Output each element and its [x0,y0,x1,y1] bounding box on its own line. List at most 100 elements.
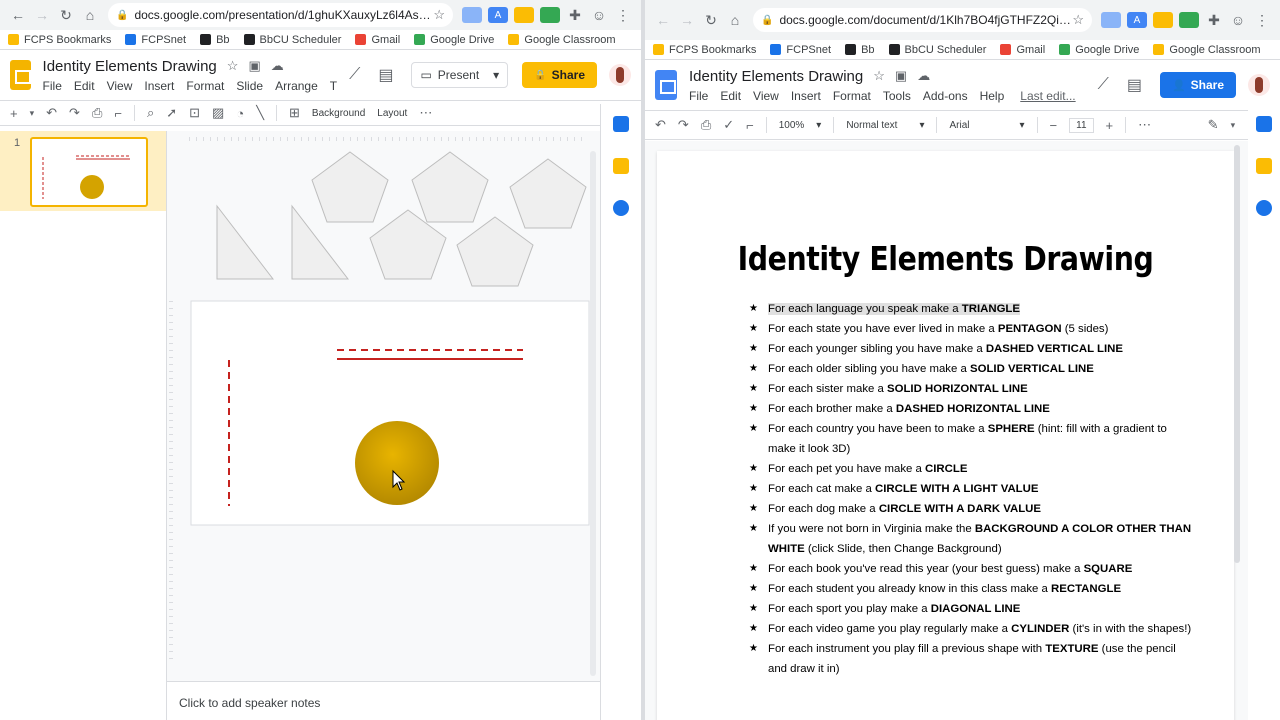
calendar-icon[interactable] [1256,116,1272,132]
docs-logo-icon[interactable] [655,70,677,100]
font-size-decrease-icon[interactable]: − [1050,118,1058,133]
paint-format-icon[interactable]: ⌐ [114,106,122,121]
menu-file[interactable]: File [43,79,62,93]
back-icon[interactable]: ← [6,7,30,23]
back-icon[interactable]: ← [651,12,675,28]
pentagon-shape[interactable] [411,151,489,223]
tasks-icon[interactable] [613,200,629,216]
screencast-extension-icon[interactable] [1179,12,1199,28]
line-icon[interactable]: ╲ [256,105,264,121]
extension-icon[interactable] [1101,12,1121,28]
profile-icon[interactable]: ☺ [587,7,611,23]
font-size-increase-icon[interactable]: + [1106,118,1114,133]
editing-mode-icon[interactable]: ✎ [1208,117,1219,133]
redo-icon[interactable]: ↷ [69,105,80,121]
sphere-shape[interactable] [355,421,439,505]
translate-extension-icon[interactable]: A [1127,12,1147,28]
menu-format[interactable]: Format [833,89,871,103]
bookmark-item[interactable]: Gmail [1000,44,1045,56]
bookmark-item[interactable]: BbCU Scheduler [888,44,986,56]
menu-slide[interactable]: Slide [236,79,263,93]
bookmark-star-icon[interactable]: ☆ [433,7,445,23]
undo-icon[interactable]: ↶ [46,105,57,121]
font-select[interactable]: Arial [949,120,969,131]
speaker-notes[interactable]: Click to add speaker notes [167,681,600,720]
print-icon[interactable]: ⎙ [701,117,711,133]
browser-menu-icon[interactable]: ⋮ [1250,12,1274,29]
bookmark-item[interactable]: Google Drive [1059,44,1139,56]
undo-icon[interactable]: ↶ [655,117,666,133]
pentagon-shape[interactable] [311,151,389,223]
activity-trend-icon[interactable]: ⟋ [349,66,360,84]
document-scrollbar[interactable] [1234,145,1240,563]
menu-addons[interactable]: Add-ons [923,89,968,103]
star-icon[interactable]: ☆ [873,68,885,84]
tasks-icon[interactable] [1256,200,1272,216]
bookmark-item[interactable]: Gmail [355,34,400,46]
avatar[interactable] [609,64,631,86]
screencast-extension-icon[interactable] [540,7,560,23]
hourglass-extension-icon[interactable] [1153,12,1173,28]
slide-thumbnail[interactable] [30,137,148,207]
star-icon[interactable]: ☆ [227,58,239,74]
select-cursor-icon[interactable]: ➚ [166,105,177,121]
pentagon-shape[interactable] [509,158,587,229]
new-slide-icon[interactable]: + [10,106,18,121]
bookmark-item[interactable]: Google Classroom [1153,44,1261,56]
pentagon-shape[interactable] [456,216,534,287]
menu-file[interactable]: File [689,89,708,103]
forward-icon[interactable]: → [675,12,699,28]
address-bar[interactable]: 🔒 docs.google.com/presentation/d/1ghuKXa… [108,3,453,27]
background-button[interactable]: Background [312,108,365,119]
font-dropdown-icon[interactable]: ▾ [1020,120,1025,131]
activity-trend-icon[interactable]: ⟋ [1098,76,1109,94]
move-folder-icon[interactable]: ▣ [248,58,260,74]
layout-button[interactable]: Layout [377,108,407,119]
menu-arrange[interactable]: Arrange [275,79,318,93]
zoom-dropdown-icon[interactable]: ▾ [816,120,821,131]
translate-extension-icon[interactable]: A [488,7,508,23]
address-bar[interactable]: 🔒 docs.google.com/document/d/1Klh7BO4fjG… [753,8,1092,32]
keep-icon[interactable] [1256,158,1272,174]
share-button[interactable]: 🔒 Share [522,62,597,88]
profile-icon[interactable]: ☺ [1226,12,1250,28]
menu-tools-truncated[interactable]: T [330,79,337,93]
reload-icon[interactable]: ↻ [54,7,78,24]
slide-thumbnail-row[interactable]: 1 [0,131,166,211]
editing-mode-dropdown-icon[interactable]: ▾ [1231,120,1236,131]
bookmark-item[interactable]: FCPS Bookmarks [653,44,756,56]
document-title[interactable]: Identity Elements Drawing [689,68,863,85]
extensions-puzzle-icon[interactable]: ✚ [563,7,587,24]
dropdown-icon[interactable]: ▾ [30,108,35,119]
image-icon[interactable]: ▨ [212,105,224,121]
redo-icon[interactable]: ↷ [678,117,689,133]
document-page[interactable]: Identity Elements Drawing ★ For each lang… [657,151,1234,720]
bookmark-item[interactable]: FCPSnet [770,44,831,56]
shape-icon[interactable]: ◔ [236,106,244,121]
bookmark-item[interactable]: Bb [845,44,875,56]
spellcheck-icon[interactable]: ✓ [723,117,734,133]
browser-menu-icon[interactable]: ⋮ [611,7,635,24]
menu-edit[interactable]: Edit [720,89,741,103]
zoom-select[interactable]: 100% [779,120,805,131]
bookmark-item[interactable]: Google Classroom [508,34,616,46]
menu-view[interactable]: View [107,79,133,93]
canvas-scrollbar[interactable] [590,151,596,676]
triangle-shape[interactable] [216,204,275,280]
bookmark-item[interactable]: BbCU Scheduler [243,34,341,46]
menu-view[interactable]: View [753,89,779,103]
avatar[interactable] [1248,74,1270,96]
move-folder-icon[interactable]: ▣ [895,68,907,84]
menu-format[interactable]: Format [186,79,224,93]
font-size-input[interactable]: 11 [1069,117,1094,133]
print-icon[interactable]: ⎙ [92,105,102,121]
menu-insert[interactable]: Insert [144,79,174,93]
zoom-icon[interactable]: ⌕ [147,105,154,121]
slide-canvas[interactable] [167,131,600,681]
more-options-icon[interactable]: ⋯ [1138,117,1151,133]
menu-tools[interactable]: Tools [883,89,911,103]
text-box-icon[interactable]: ⊡ [189,105,200,121]
comment-add-icon[interactable]: ⊞ [289,105,300,121]
more-options-icon[interactable]: ⋯ [419,105,432,121]
comments-icon[interactable]: ▤ [378,65,393,85]
